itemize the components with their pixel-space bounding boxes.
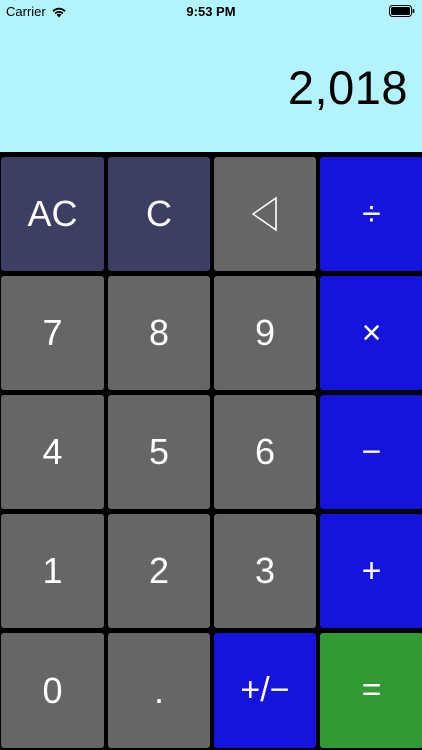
clear-button[interactable]: C <box>108 157 210 271</box>
display-area: Carrier 9:53 PM 2,018 <box>0 0 422 152</box>
result-display: 2,018 <box>287 61 408 114</box>
digit-9-button[interactable]: 9 <box>214 276 316 390</box>
plus-button[interactable]: + <box>320 514 422 628</box>
digit-2-button[interactable]: 2 <box>108 514 210 628</box>
multiply-button[interactable]: × <box>320 276 422 390</box>
status-bar: Carrier 9:53 PM <box>0 0 422 22</box>
digit-7-button[interactable]: 7 <box>1 276 104 390</box>
keypad: AC C ÷ 7 8 9 × 4 5 6 − 1 2 3 + 0 . +/− = <box>0 155 422 750</box>
digit-1-button[interactable]: 1 <box>1 514 104 628</box>
all-clear-button[interactable]: AC <box>1 157 104 271</box>
digit-4-button[interactable]: 4 <box>1 395 104 509</box>
digit-8-button[interactable]: 8 <box>108 276 210 390</box>
decimal-button[interactable]: . <box>108 633 210 748</box>
backspace-button[interactable] <box>214 157 316 271</box>
digit-5-button[interactable]: 5 <box>108 395 210 509</box>
negate-button[interactable]: +/− <box>214 633 316 748</box>
equals-button[interactable]: = <box>320 633 422 748</box>
digit-6-button[interactable]: 6 <box>214 395 316 509</box>
digit-3-button[interactable]: 3 <box>214 514 316 628</box>
backspace-triangle-icon <box>251 196 277 232</box>
status-time: 9:53 PM <box>186 4 236 19</box>
calculator-screen: Carrier 9:53 PM 2,018 AC C ÷ 7 8 9 × 4 5… <box>0 0 422 750</box>
battery-icon <box>389 5 415 17</box>
digit-0-button[interactable]: 0 <box>1 633 104 748</box>
minus-button[interactable]: − <box>320 395 422 509</box>
divide-button[interactable]: ÷ <box>320 157 422 271</box>
